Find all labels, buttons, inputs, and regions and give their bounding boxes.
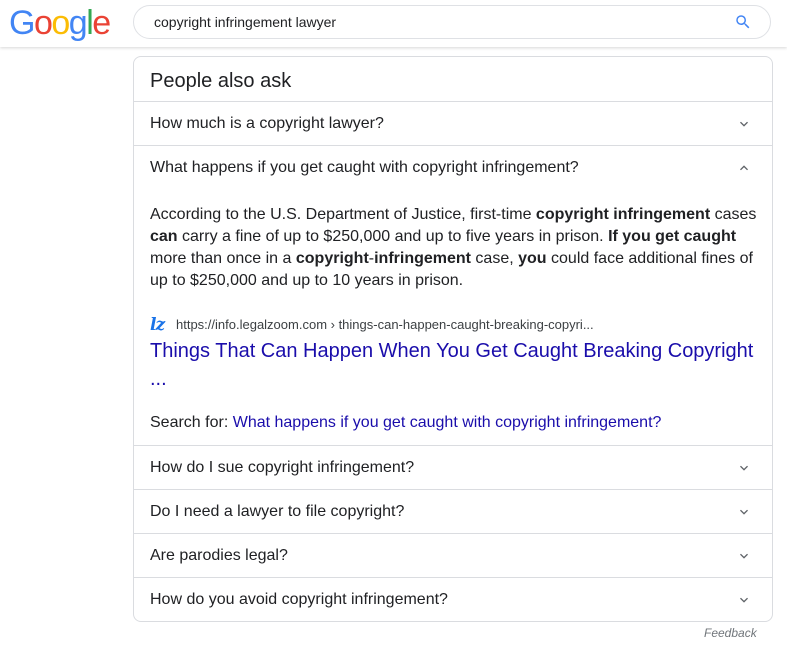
answer-text: According to the U.S. Department of Just… (150, 206, 536, 223)
question-row-avoid[interactable]: How do you avoid copyright infringement? (134, 577, 772, 621)
question-row-how-much-lawyer[interactable]: How much is a copyright lawyer? (134, 101, 772, 145)
logo-letter: o (33, 4, 53, 42)
answer-bold-text: copyright (295, 250, 369, 267)
answer-snippet: According to the U.S. Department of Just… (150, 204, 758, 292)
search-box[interactable] (133, 5, 771, 39)
question-row-need-lawyer[interactable]: Do I need a lawyer to file copyright? (134, 489, 772, 533)
search-for-link[interactable]: What happens if you get caught with copy… (233, 414, 662, 431)
logo-letter: g (68, 4, 88, 42)
question-text: How do you avoid copyright infringement? (150, 591, 448, 608)
chevron-down-icon (740, 553, 748, 559)
answer-bold-text: copyright infringement (535, 206, 711, 223)
question-text: How do I sue copyright infringement? (150, 459, 415, 476)
question-row-parodies[interactable]: Are parodies legal? (134, 533, 772, 577)
answer-text: case, (470, 250, 519, 267)
people-also-ask-panel: People also ask How much is a copyright … (133, 56, 773, 622)
people-also-ask-title: People also ask (150, 70, 292, 92)
chevron-up-icon (740, 165, 748, 171)
chevron-down-icon (740, 597, 748, 603)
feedback-link[interactable]: Feedback (704, 625, 757, 641)
search-icon[interactable] (734, 13, 752, 31)
search-for-label: Search for: (150, 414, 229, 431)
result-title-link[interactable]: Things That Can Happen When You Get Caug… (150, 337, 762, 393)
source-url[interactable]: https://info.legalzoom.com › things-can-… (176, 317, 594, 333)
source-row[interactable]: lz https://info.legalzoom.com › things-c… (150, 315, 758, 335)
answer-bold-text: can (150, 228, 178, 245)
answer-bold-text: you (518, 250, 547, 267)
question-row-how-sue[interactable]: How do I sue copyright infringement? (134, 445, 772, 489)
logo-letter: o (51, 4, 70, 42)
question-text: What happens if you get caught with copy… (150, 159, 579, 176)
chevron-down-icon (740, 509, 748, 515)
answer-bold-text: infringement (374, 250, 471, 267)
legalzoom-favicon: lz (150, 315, 165, 335)
question-text: Do I need a lawyer to file copyright? (150, 503, 405, 520)
logo-letter: G (9, 4, 35, 42)
search-for-row: Search for: What happens if you get caug… (150, 412, 661, 434)
answer-text: carry a fine of up to $250,000 and up to… (177, 228, 609, 245)
question-row-expanded[interactable]: What happens if you get caught with copy… (134, 145, 772, 445)
chevron-down-icon (740, 465, 748, 471)
chevron-down-icon (740, 121, 748, 127)
logo-letter: e (92, 4, 111, 42)
answer-text: cases (710, 206, 757, 223)
header-bar: Google (0, 0, 787, 47)
search-input[interactable] (154, 6, 714, 38)
google-logo[interactable]: Google (9, 3, 111, 43)
answer-bold-text: If you get caught (608, 228, 737, 245)
question-text: How much is a copyright lawyer? (150, 115, 384, 132)
answer-text: more than once in a (150, 250, 296, 267)
question-text: Are parodies legal? (150, 547, 288, 564)
